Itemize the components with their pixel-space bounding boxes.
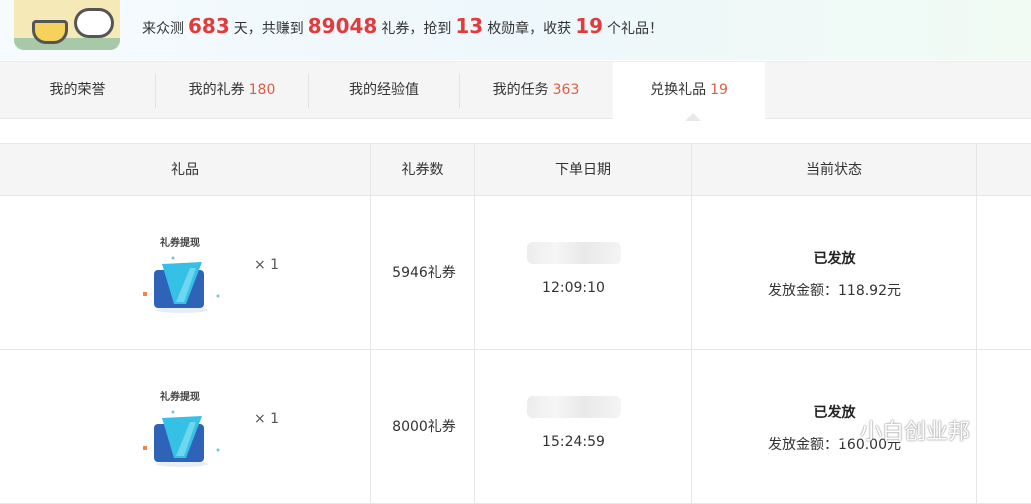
tab-experience[interactable]: 我的经验值 [309,62,459,119]
voucher-cashout-gift: 礼券提现 [140,234,230,324]
medals-unit: 枚勋章，收获 [487,21,572,37]
tab-count: 180 [248,82,276,98]
tab-honors[interactable]: 我的荣誉 [0,62,155,119]
table-row: 礼券提现 × 1 5946礼券 12:09:10 已发放 发放金额：118.92… [0,196,1031,350]
gifts-count: 19 [575,14,604,38]
header-order-date: 下单日期 [475,144,692,196]
blurred-date [527,396,621,418]
order-time: 15:24:59 [542,434,605,450]
status-label: 已发放 [813,251,856,267]
watermark-text: 小白创业邦 [860,420,971,445]
wallet-icon [143,256,220,313]
tab-label: 我的荣誉 [49,82,106,98]
stats-prefix: 来众测 [142,21,184,37]
order-time: 12:09:10 [542,280,605,296]
tab-label: 兑换礼品 [650,82,707,98]
tab-tasks[interactable]: 我的任务 363 [460,62,612,119]
tab-redeem-gifts[interactable]: 兑换礼品 19 [613,62,765,121]
vouchers-unit: 礼券，抢到 [381,21,452,37]
header-extra [977,144,1031,196]
wechat-icon [815,416,852,443]
voucher-amount: 5946礼券 [392,265,456,281]
tab-vouchers[interactable]: 我的礼券 180 [156,62,308,119]
stats-summary: 来众测 683 天，共赚到 89048 礼券，抢到 13 枚勋章，收获 19 个礼品！ [142,14,663,38]
table-header: 礼品 礼券数 下单日期 当前状态 [0,143,1031,196]
medals-count: 13 [455,14,484,38]
header-gift: 礼品 [0,144,371,196]
tab-label: 我的任务 [492,82,549,98]
days-unit: 天，共赚到 [233,21,304,37]
cup-icon [32,20,68,44]
voucher-cashout-gift: 礼券提现 [140,388,230,478]
avatar [14,0,120,50]
header-status: 当前状态 [692,144,977,196]
tab-count: 19 [710,82,728,98]
tab-bar: 我的荣誉 我的礼券 180 我的经验值 我的任务 363 兑换礼品 19 [0,61,1031,121]
voucher-amount: 8000礼券 [392,419,456,435]
header-vouchers: 礼券数 [371,144,475,196]
wallet-icon [143,410,220,467]
tab-label: 我的经验值 [349,82,419,98]
gifts-unit: 个礼品！ [607,21,664,37]
gift-quantity: × 1 [254,257,280,273]
tab-count: 363 [552,82,580,98]
blurred-date [527,242,621,264]
tab-label: 我的礼券 [188,82,245,98]
gift-quantity: × 1 [254,411,280,427]
vouchers-earned-count: 89048 [307,14,378,38]
watermark: 小白创业邦 [814,414,970,446]
days-count: 683 [188,14,230,38]
payout-amount: 发放金额：118.92元 [768,283,901,299]
stats-banner: 来众测 683 天，共赚到 89048 礼券，抢到 13 枚勋章，收获 19 个礼品！ [0,0,1031,60]
